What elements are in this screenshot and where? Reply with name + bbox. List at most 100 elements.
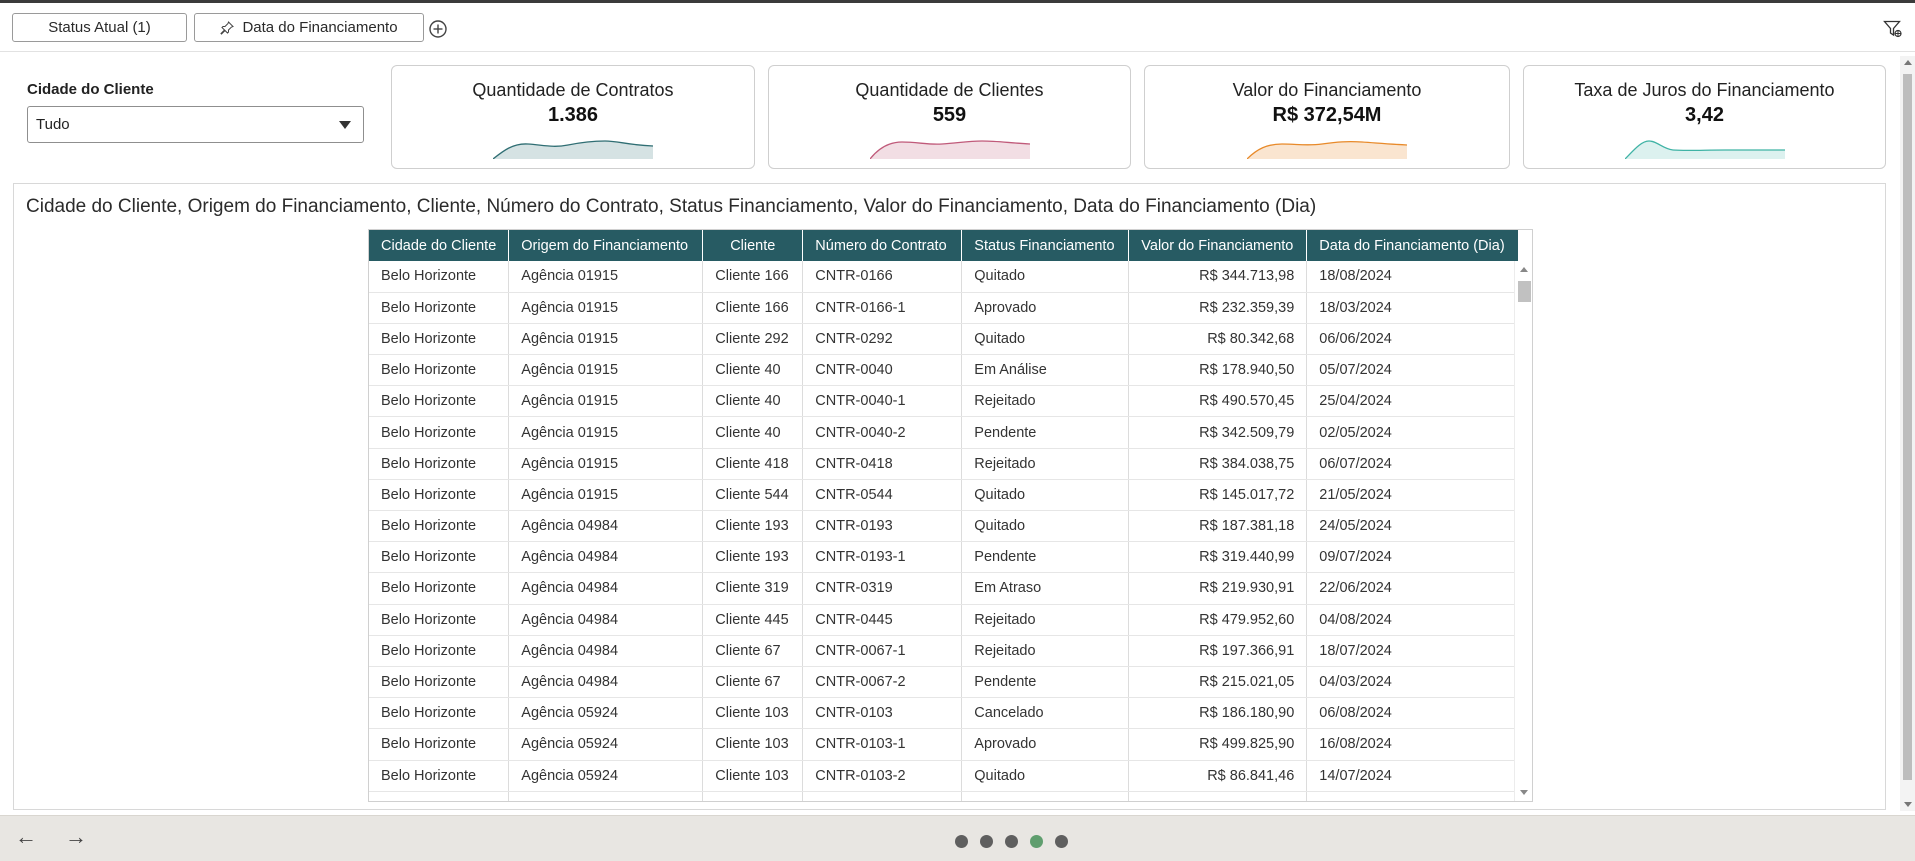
table-row[interactable]: Belo Horizonte Agência 04984 Cliente 193 CN… (369, 510, 1520, 543)
column-header[interactable]: Número do Contrato (802, 230, 963, 261)
kpi-card-rate[interactable]: Taxa de Juros do Financiamento 3,42 (1523, 65, 1886, 169)
table-cell: Cliente 445 (702, 604, 804, 636)
table-cell: 18/07/2024 (1306, 635, 1520, 667)
table-row[interactable]: Belo Horizonte Agência 01915 Cliente 40 CNT… (369, 416, 1520, 449)
table-cell: Agência 01915 (508, 323, 704, 356)
page-indicator (955, 835, 1068, 848)
sparkline (1624, 140, 1785, 159)
table-cell: R$ 215.021,05 (1128, 666, 1308, 699)
page-dot[interactable] (1005, 835, 1018, 848)
kpi-value: 1.386 (547, 104, 599, 126)
table-row[interactable]: Belo Horizonte Agência 01915 Cliente 418 CN… (369, 448, 1520, 480)
table-cell (1306, 791, 1520, 801)
filter-chip-date[interactable]: Data do Financiamento (194, 13, 424, 42)
table-cell: 14/07/2024 (1306, 760, 1520, 792)
column-header[interactable]: Status Financiamento (961, 230, 1130, 261)
table-cell: Rejeitado (961, 604, 1130, 636)
filter-settings-icon[interactable] (1883, 19, 1903, 39)
table-row[interactable]: Belo Horizonte Agência 01915 Cliente 544 CN… (369, 479, 1520, 512)
table-row[interactable]: Belo Horizonte Agência 04984 Cliente 193 CN… (369, 541, 1520, 574)
table-cell: Belo Horizonte (369, 479, 510, 512)
pin-icon (220, 20, 235, 35)
table-row[interactable]: Belo Horizonte Agência 05924 Cliente 103 CN… (369, 760, 1520, 792)
table-panel: Cidade do Cliente, Origem do Financiamen… (13, 183, 1886, 810)
table-cell: Cliente 67 (702, 666, 804, 699)
add-filter-icon[interactable] (428, 19, 448, 39)
table-cell: Em Atraso (961, 572, 1130, 605)
table-cell: Belo Horizonte (369, 510, 510, 543)
scroll-up-icon[interactable] (1904, 60, 1912, 65)
table-cell: Agência 01915 (508, 354, 704, 387)
kpi-title: Quantidade de Clientes (855, 80, 1044, 100)
table-cell: R$ 178.940,50 (1128, 354, 1308, 387)
kpi-card-amount[interactable]: Valor do Financiamento R$ 372,54M (1144, 65, 1510, 169)
table-cell: Quitado (961, 479, 1130, 512)
kpi-card-clients[interactable]: Quantidade de Clientes 559 (768, 65, 1131, 169)
table-panel-title: Cidade do Cliente, Origem do Financiamen… (26, 196, 1317, 217)
table-cell: CNTR-0418 (802, 448, 963, 480)
table-row[interactable]: Belo Horizonte Agência 01915 Cliente 166 CN… (369, 292, 1520, 324)
table-cell: Agência 05924 (508, 760, 704, 792)
scroll-down-icon[interactable] (1520, 790, 1528, 795)
kpi-title: Valor do Financiamento (1232, 80, 1422, 100)
table-cell: Agência 01915 (508, 261, 704, 293)
page-dot[interactable] (1030, 835, 1043, 848)
column-header[interactable]: Data do Financiamento (Dia) (1306, 230, 1520, 261)
scroll-thumb[interactable] (1518, 281, 1531, 302)
scroll-thumb[interactable] (1903, 74, 1912, 780)
table-row[interactable]: Belo Horizonte Agência 04984 Cliente 67 CNT… (369, 635, 1520, 667)
table-row[interactable] (369, 791, 1520, 801)
table-cell: Agência 01915 (508, 292, 704, 324)
page-dot[interactable] (1055, 835, 1068, 848)
scroll-down-icon[interactable] (1904, 802, 1912, 807)
column-header[interactable]: Origem do Financiamento (508, 230, 704, 261)
table-cell: 25/04/2024 (1306, 385, 1520, 418)
column-header[interactable]: Cidade do Cliente (369, 230, 510, 261)
scroll-up-icon[interactable] (1520, 267, 1528, 272)
table-cell: 18/08/2024 (1306, 261, 1520, 293)
table-cell: Cliente 166 (702, 261, 804, 293)
data-table: Cidade do Cliente Origem do Financiament… (369, 230, 1520, 801)
table-cell: 21/05/2024 (1306, 479, 1520, 512)
previous-page-button[interactable]: ← (15, 826, 37, 848)
city-filter-select[interactable]: Tudo (27, 106, 364, 143)
table-cell: CNTR-0040 (802, 354, 963, 387)
table-cell: 04/08/2024 (1306, 604, 1520, 636)
table-scrollbar[interactable] (1514, 261, 1532, 801)
table-cell: Belo Horizonte (369, 604, 510, 636)
page-scrollbar[interactable] (1900, 56, 1915, 811)
kpi-value: 559 (932, 104, 967, 126)
table-row[interactable]: Belo Horizonte Agência 01915 Cliente 40 CNT… (369, 354, 1520, 387)
column-header[interactable]: Cliente (702, 230, 804, 261)
table-row[interactable]: Belo Horizonte Agência 04984 Cliente 445 CN… (369, 604, 1520, 636)
sparkline (493, 140, 653, 159)
table-row[interactable]: Belo Horizonte Agência 01915 Cliente 40 CNT… (369, 385, 1520, 418)
table-row[interactable]: Belo Horizonte Agência 04984 Cliente 319 CN… (369, 572, 1520, 605)
table-cell: 04/03/2024 (1306, 666, 1520, 699)
table-cell: Cliente 40 (702, 354, 804, 387)
sparkline (869, 140, 1030, 159)
table-cell: 09/07/2024 (1306, 541, 1520, 574)
table-cell: Belo Horizonte (369, 448, 510, 480)
table-cell: CNTR-0166-1 (802, 292, 963, 324)
table-row[interactable]: Belo Horizonte Agência 01915 Cliente 292 CN… (369, 323, 1520, 356)
table-cell: 06/06/2024 (1306, 323, 1520, 356)
table-row[interactable]: Belo Horizonte Agência 05924 Cliente 103 CN… (369, 728, 1520, 761)
table-row[interactable]: Belo Horizonte Agência 04984 Cliente 67 CNT… (369, 666, 1520, 699)
table-cell: Cliente 319 (702, 572, 804, 605)
table-cell: Quitado (961, 261, 1130, 293)
table-row[interactable]: Belo Horizonte Agência 05924 Cliente 103 CN… (369, 697, 1520, 730)
filter-chip-status[interactable]: Status Atual (1) (12, 13, 187, 42)
kpi-card-contracts[interactable]: Quantidade de Contratos 1.386 (391, 65, 755, 169)
table-cell: Agência 04984 (508, 541, 704, 574)
column-header[interactable]: Valor do Financiamento (1128, 230, 1308, 261)
table-cell (1128, 791, 1308, 801)
table-row[interactable]: Belo Horizonte Agência 01915 Cliente 166 CN… (369, 261, 1520, 293)
page-dot[interactable] (980, 835, 993, 848)
next-page-button[interactable]: → (65, 826, 87, 848)
table-cell: R$ 86.841,46 (1128, 760, 1308, 792)
page-dot[interactable] (955, 835, 968, 848)
table-cell: Rejeitado (961, 448, 1130, 480)
table-cell: Cliente 103 (702, 728, 804, 761)
table-cell: Belo Horizonte (369, 354, 510, 387)
